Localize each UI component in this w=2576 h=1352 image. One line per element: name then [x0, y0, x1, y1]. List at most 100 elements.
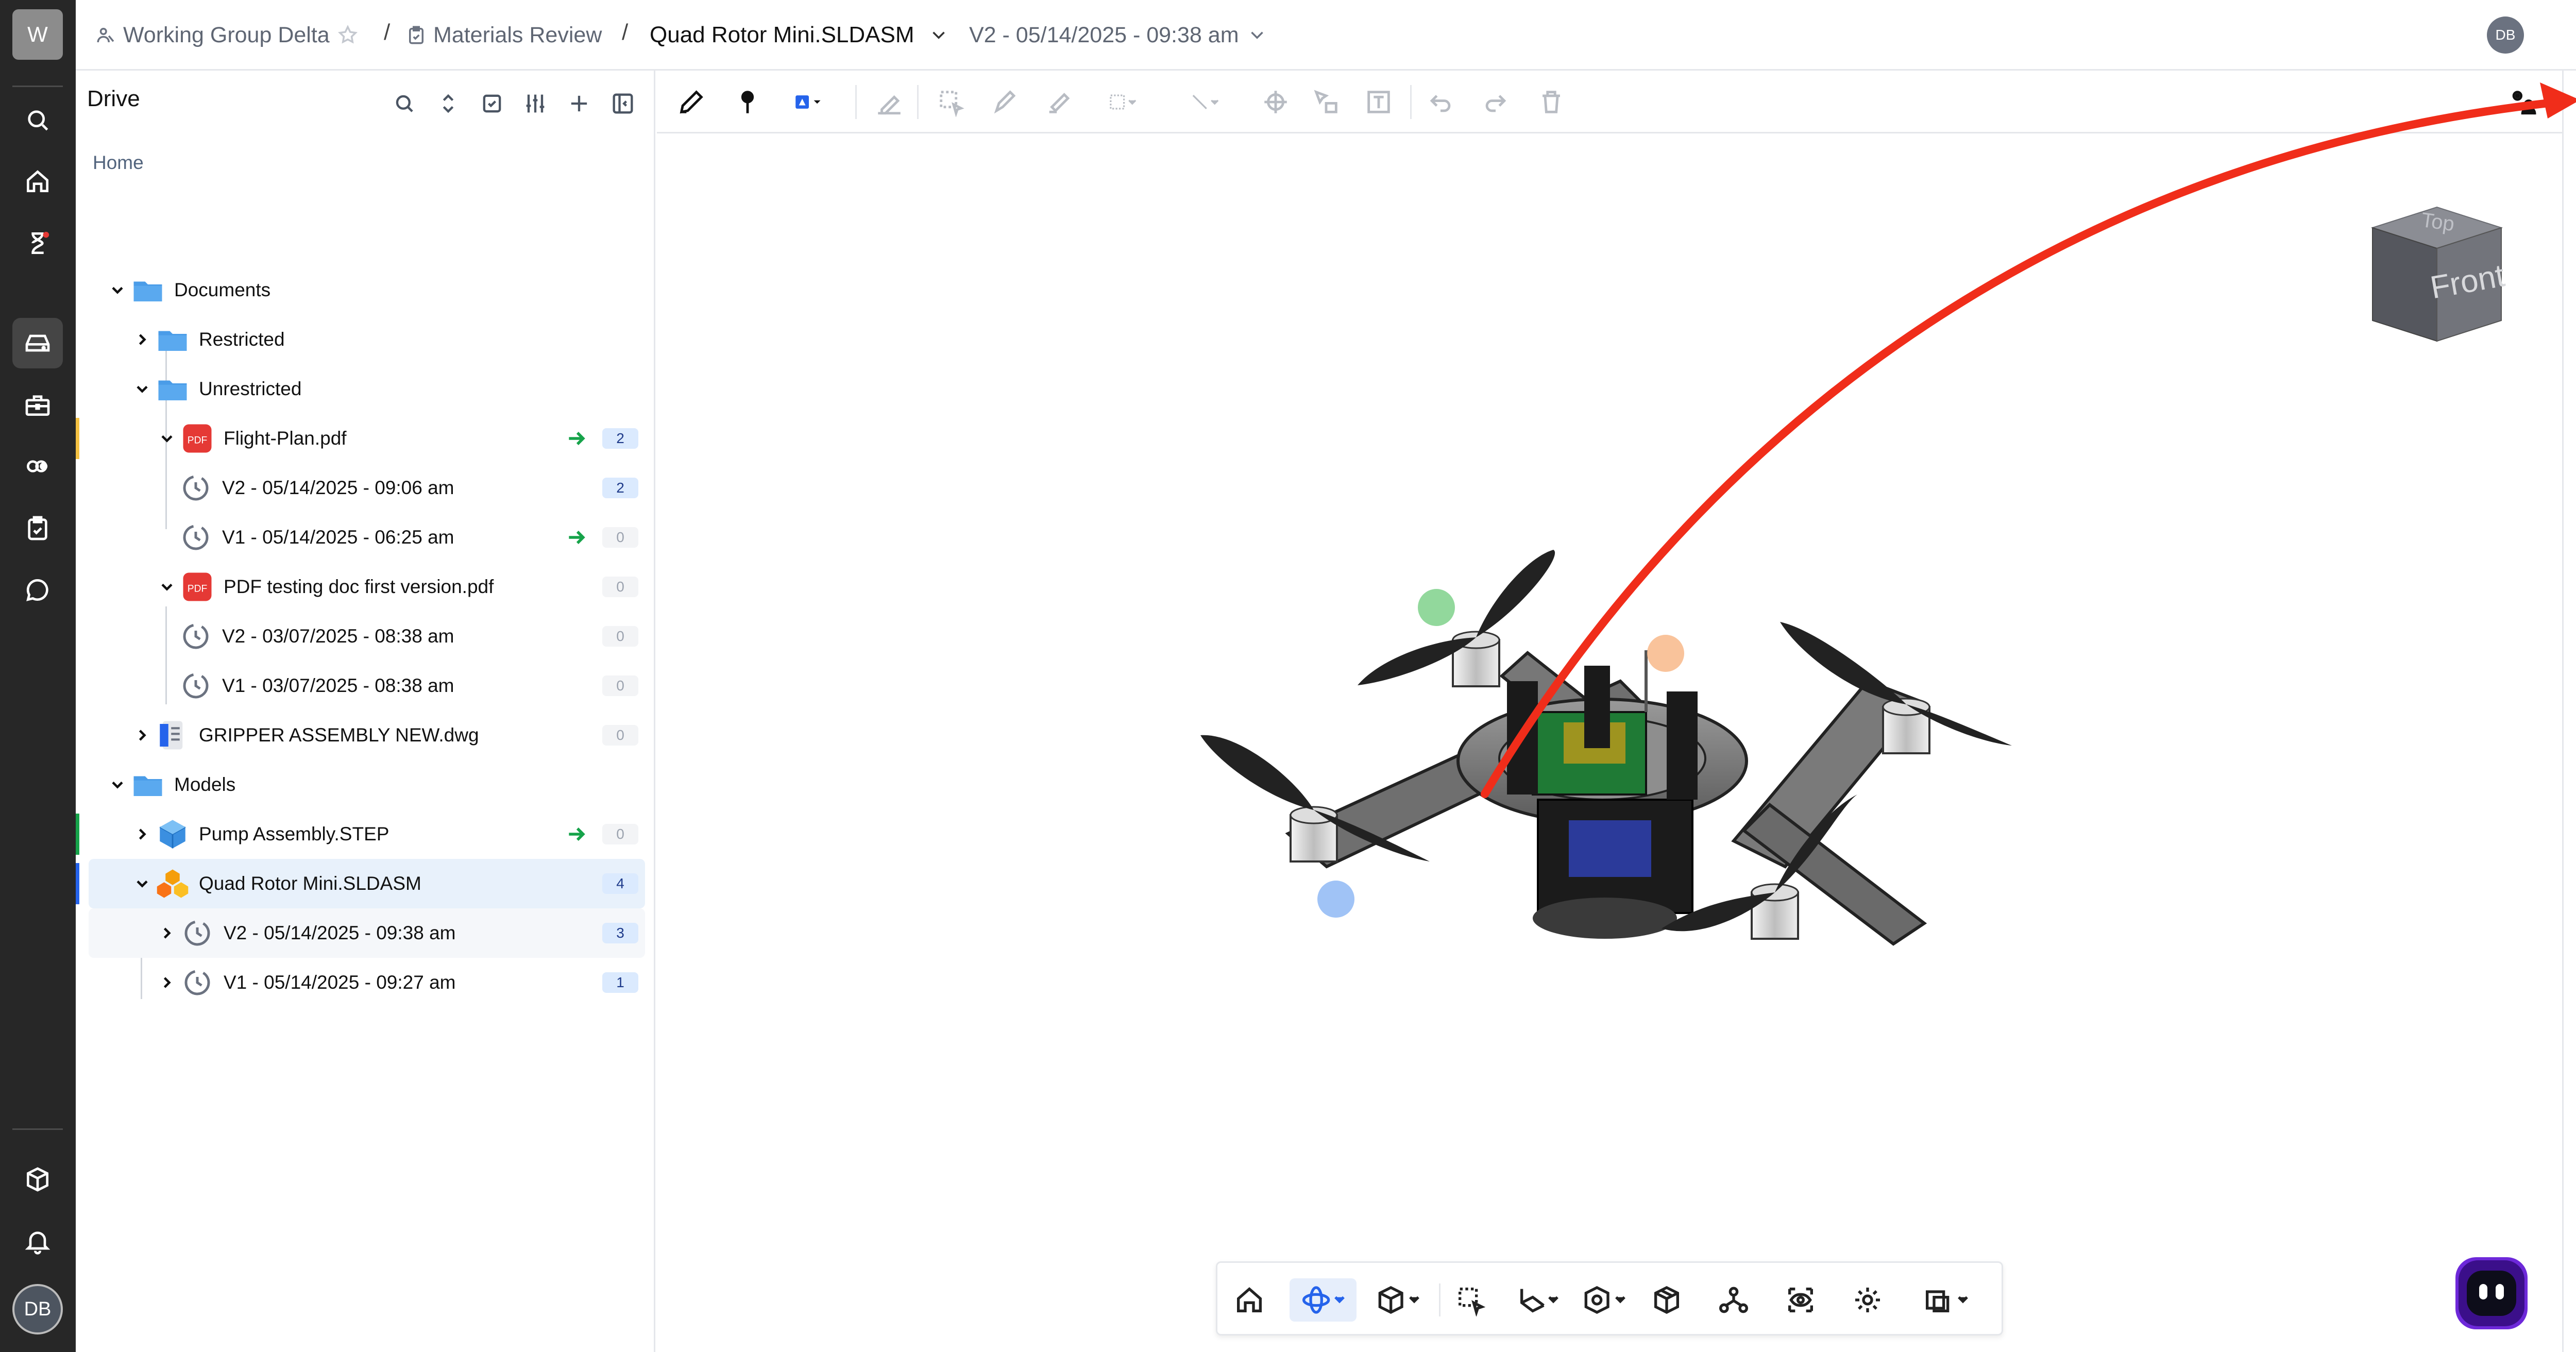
tree-row[interactable]: Models — [89, 760, 645, 809]
sidebar-search-button[interactable] — [391, 90, 418, 117]
packages-nav-button[interactable] — [12, 1154, 63, 1205]
drone-model[interactable] — [657, 135, 2562, 1352]
arrow-right-icon[interactable] — [565, 823, 588, 846]
marker-blue[interactable] — [1317, 881, 1354, 918]
folder-icon — [131, 768, 165, 802]
pdf-file-icon: PDF — [180, 421, 214, 455]
redo-button[interactable] — [1480, 86, 1512, 118]
tree-row[interactable]: V1 - 05/14/2025 - 06:25 am 0 — [89, 513, 645, 562]
tree-row[interactable]: Documents — [89, 265, 645, 315]
chevron-down-icon[interactable] — [133, 380, 151, 398]
chevron-right-icon[interactable] — [133, 330, 151, 349]
chevron-down-icon[interactable] — [108, 775, 127, 794]
select-box-icon — [940, 91, 964, 117]
pen-button[interactable] — [989, 86, 1021, 118]
home-view-button[interactable] — [1228, 1278, 1271, 1322]
undo-button[interactable] — [1425, 86, 1456, 118]
user-avatar[interactable]: DB — [12, 1284, 63, 1334]
home-link[interactable]: Home — [93, 152, 144, 174]
tree-row[interactable]: Restricted — [89, 315, 645, 364]
version-selector[interactable]: V2 - 05/14/2025 - 09:38 am — [969, 20, 1274, 50]
section-button[interactable] — [1506, 1278, 1568, 1322]
chevron-right-icon[interactable] — [158, 924, 176, 942]
search-nav-button[interactable] — [12, 95, 63, 145]
tree-row[interactable]: V1 - 03/07/2025 - 08:38 am 0 — [89, 661, 645, 711]
highlighter-icon — [1049, 93, 1070, 113]
text-box-button[interactable] — [1363, 86, 1395, 118]
marker-green[interactable] — [1418, 589, 1455, 626]
breadcrumb-review[interactable]: Materials Review — [405, 20, 602, 50]
collaborator-avatar[interactable]: DB — [2487, 16, 2524, 54]
right-panel: 3 — [2562, 71, 2576, 1352]
select-area-button[interactable] — [935, 86, 967, 118]
pin-button[interactable] — [732, 86, 764, 118]
sidebar-add-button[interactable] — [566, 90, 592, 117]
tree-row[interactable]: V2 - 03/07/2025 - 08:38 am 0 — [89, 612, 645, 661]
breadcrumb-project[interactable]: Working Group Delta — [95, 20, 365, 50]
orbit-button[interactable] — [1290, 1278, 1357, 1322]
chevron-down-icon[interactable] — [133, 874, 151, 893]
chevron-down-icon[interactable] — [108, 281, 127, 299]
arrow-right-icon[interactable] — [565, 526, 588, 549]
tree-row[interactable]: Unrestricted — [89, 364, 645, 414]
sidebar-collapse-button[interactable] — [609, 90, 636, 117]
3d-viewer-canvas[interactable]: Top Front — [657, 135, 2562, 1352]
sidebar-filter-button[interactable] — [522, 90, 549, 117]
viewer-settings-button[interactable] — [2504, 86, 2541, 118]
integrations-nav-button[interactable] — [12, 441, 63, 492]
redo-icon — [1485, 95, 1506, 112]
undo-icon — [1430, 95, 1451, 112]
settings-button[interactable] — [1846, 1278, 1889, 1322]
explode-button[interactable] — [1573, 1278, 1635, 1322]
toolbox-nav-button[interactable] — [12, 380, 63, 430]
home-nav-button[interactable] — [12, 156, 63, 207]
tree-row[interactable]: V2 - 05/14/2025 - 09:38 am 3 — [89, 908, 645, 958]
activity-nav-button[interactable] — [12, 218, 63, 268]
cube-view-icon — [1378, 1286, 1419, 1314]
draw-button[interactable] — [675, 86, 707, 118]
rail-divider — [12, 86, 63, 87]
view-cube[interactable]: Top Front — [2352, 197, 2522, 351]
breadcrumb-file[interactable]: Quad Rotor Mini.SLDASM — [650, 20, 956, 50]
chevron-down-icon[interactable] — [158, 578, 176, 596]
tasks-nav-button[interactable] — [12, 503, 63, 553]
line-button[interactable] — [1180, 86, 1231, 118]
arrow-right-icon[interactable] — [565, 427, 588, 450]
crosshair-button[interactable] — [1260, 86, 1292, 118]
sidebar-select-button[interactable] — [479, 90, 505, 117]
tree-row[interactable]: V1 - 05/14/2025 - 09:27 am 1 — [89, 958, 645, 1007]
highlighter-button[interactable] — [1043, 86, 1075, 118]
shape-fill-button[interactable] — [786, 86, 832, 118]
tree-row[interactable]: V2 - 05/14/2025 - 09:06 am 2 — [89, 463, 645, 513]
chevron-right-icon[interactable] — [158, 973, 176, 992]
chevron-right-icon[interactable] — [133, 726, 151, 745]
visibility-button[interactable] — [1779, 1278, 1822, 1322]
assistant-button[interactable] — [2455, 1257, 2528, 1329]
cube-view-button[interactable] — [1367, 1278, 1429, 1322]
notifications-nav-button[interactable] — [12, 1216, 63, 1266]
eraser-button[interactable] — [873, 86, 905, 118]
workspace-logo[interactable]: W — [12, 9, 63, 60]
star-icon[interactable] — [337, 24, 359, 46]
model-button[interactable] — [1645, 1278, 1688, 1322]
drive-nav-button[interactable] — [12, 318, 63, 368]
cursor-box-button[interactable] — [1310, 86, 1342, 118]
delete-button[interactable] — [1535, 86, 1567, 118]
view-cube-top-label[interactable]: Top — [2420, 209, 2456, 236]
chat-nav-button[interactable] — [12, 565, 63, 615]
box-select-button[interactable] — [1449, 1278, 1493, 1322]
marquee-button[interactable] — [1097, 86, 1149, 118]
search-icon — [28, 110, 48, 131]
tree-button[interactable] — [1712, 1278, 1755, 1322]
tree-row[interactable]: Quad Rotor Mini.SLDASM 4 — [76, 859, 645, 908]
tree-row[interactable]: GRIPPER ASSEMBLY NEW.dwg 0 — [89, 711, 645, 760]
tree-row[interactable]: Pump Assembly.STEP 0 — [76, 809, 645, 859]
sidebar-expand-button[interactable] — [435, 90, 462, 117]
marker-orange[interactable] — [1647, 635, 1684, 672]
chevron-right-icon[interactable] — [133, 825, 151, 843]
layers-button[interactable] — [1913, 1278, 1980, 1322]
chevron-down-icon[interactable] — [158, 429, 176, 448]
checkbox-icon — [483, 94, 501, 113]
tree-row[interactable]: PDF Flight-Plan.pdf 2 — [76, 414, 645, 463]
tree-row[interactable]: PDF PDF testing doc first version.pdf 0 — [89, 562, 645, 612]
